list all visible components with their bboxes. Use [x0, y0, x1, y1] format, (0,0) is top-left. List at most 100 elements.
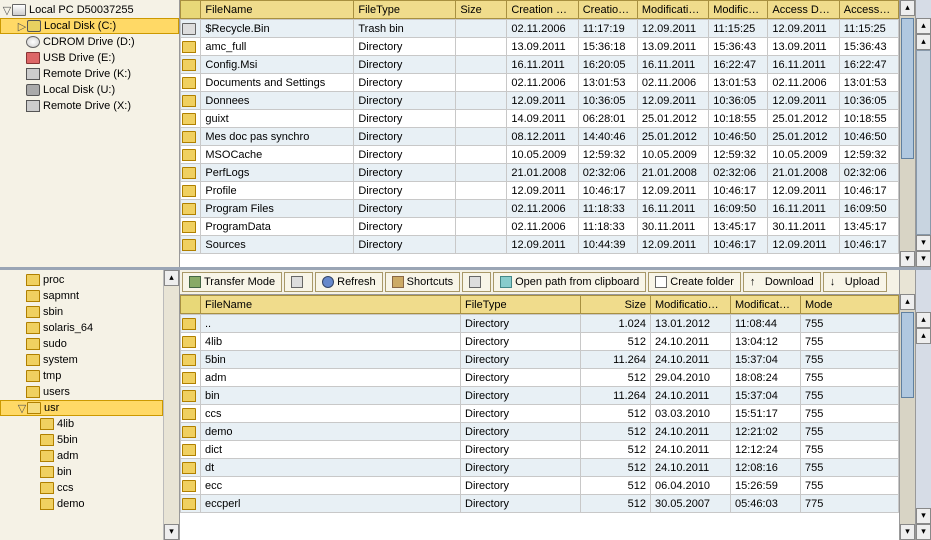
- upload-button[interactable]: Upload: [823, 272, 887, 292]
- tree-item[interactable]: system: [0, 352, 163, 368]
- table-row[interactable]: DonneesDirectory12.09.201110:36:0512.09.…: [181, 92, 899, 110]
- scroll-up2-icon[interactable]: ▴: [916, 328, 931, 344]
- tree-item[interactable]: users: [0, 384, 163, 400]
- col-header[interactable]: Modific…: [709, 1, 768, 19]
- col-header[interactable]: Modificati…: [637, 1, 708, 19]
- table-row[interactable]: eccDirectory51206.04.201015:26:59755: [181, 477, 899, 495]
- table-row[interactable]: demoDirectory51224.10.201112:21:02755: [181, 423, 899, 441]
- tree-item[interactable]: tmp: [0, 368, 163, 384]
- tree-item[interactable]: bin: [0, 464, 163, 480]
- tree-item[interactable]: CDROM Drive (D:): [0, 34, 179, 50]
- tree-item[interactable]: Local Disk (U:): [0, 82, 179, 98]
- table-row[interactable]: SourcesDirectory12.09.201110:44:3912.09.…: [181, 236, 899, 254]
- tree-item[interactable]: sbin: [0, 304, 163, 320]
- scroll-bottom-icon[interactable]: ▾: [916, 524, 931, 540]
- table-row[interactable]: amc_fullDirectory13.09.201115:36:1813.09…: [181, 38, 899, 56]
- cell-cdate: 10.05.2009: [507, 146, 578, 164]
- cell-size: [456, 146, 507, 164]
- tree-item[interactable]: adm: [0, 448, 163, 464]
- copy-button[interactable]: [284, 272, 313, 292]
- remote-tree-scroll[interactable]: ▴ ▾: [163, 270, 179, 540]
- table-row[interactable]: guixtDirectory14.09.201106:28:0125.01.20…: [181, 110, 899, 128]
- col-header[interactable]: Access D…: [768, 1, 839, 19]
- table-row[interactable]: ProgramDataDirectory02.11.200611:18:3330…: [181, 218, 899, 236]
- col-icon[interactable]: [181, 296, 201, 314]
- col-header[interactable]: Access…: [839, 1, 898, 19]
- table-row[interactable]: 4libDirectory51224.10.201113:04:12755: [181, 333, 899, 351]
- table-row[interactable]: ProfileDirectory12.09.201110:46:1712.09.…: [181, 182, 899, 200]
- folder-icon: [182, 239, 196, 251]
- table-row[interactable]: Documents and SettingsDirectory02.11.200…: [181, 74, 899, 92]
- tree-item[interactable]: 4lib: [0, 416, 163, 432]
- table-row[interactable]: Program FilesDirectory02.11.200611:18:33…: [181, 200, 899, 218]
- table-row[interactable]: Mes doc pas synchroDirectory08.12.201114…: [181, 128, 899, 146]
- remote-scrollbar[interactable]: ▴ ▾: [899, 270, 915, 540]
- scroll-down-icon[interactable]: ▾: [900, 524, 915, 540]
- scroll-top-icon[interactable]: ▴: [916, 312, 931, 328]
- table-row[interactable]: binDirectory11.26424.10.201115:37:04755: [181, 387, 899, 405]
- local-scrollbar[interactable]: ▴ ▾: [899, 0, 915, 267]
- table-row[interactable]: MSOCacheDirectory10.05.200912:59:3210.05…: [181, 146, 899, 164]
- cell-adate: 12.09.2011: [768, 236, 839, 254]
- col-icon[interactable]: [181, 1, 201, 19]
- shortcuts-button[interactable]: Shortcuts: [385, 272, 460, 292]
- table-row[interactable]: PerfLogsDirectory21.01.200802:32:0621.01…: [181, 164, 899, 182]
- cd-icon: [26, 36, 40, 48]
- tree-root[interactable]: ▽Local PC D50037255: [0, 2, 179, 18]
- cell-mtime: 15:36:43: [709, 38, 768, 56]
- table-row[interactable]: Config.MsiDirectory16.11.201116:20:0516.…: [181, 56, 899, 74]
- table-row[interactable]: dictDirectory51224.10.201112:12:24755: [181, 441, 899, 459]
- download-button[interactable]: Download: [743, 272, 821, 292]
- table-row[interactable]: 5binDirectory11.26424.10.201115:37:04755: [181, 351, 899, 369]
- col-header[interactable]: Modificat…: [731, 296, 801, 314]
- scroll-up2-icon[interactable]: ▴: [916, 34, 931, 50]
- cell-type: Directory: [354, 164, 456, 182]
- scroll-down2-icon[interactable]: ▾: [916, 235, 931, 251]
- tree-item[interactable]: solaris_64: [0, 320, 163, 336]
- scroll-bottom-icon[interactable]: ▾: [916, 251, 931, 267]
- tree-item[interactable]: ccs: [0, 480, 163, 496]
- tree-item[interactable]: demo: [0, 496, 163, 512]
- table-row[interactable]: $Recycle.BinTrash bin02.11.200611:17:191…: [181, 20, 899, 38]
- tree-item[interactable]: sudo: [0, 336, 163, 352]
- col-header[interactable]: FileName: [201, 1, 354, 19]
- col-header[interactable]: Creatio…: [578, 1, 637, 19]
- local-scrollbar-outer[interactable]: ▴ ▴ ▾ ▾: [915, 0, 931, 267]
- tree-item[interactable]: ▽usr: [0, 400, 163, 416]
- tree-item[interactable]: Remote Drive (X:): [0, 98, 179, 114]
- transfer-mode-button[interactable]: Transfer Mode: [182, 272, 282, 292]
- scroll-top-icon[interactable]: ▴: [916, 18, 931, 34]
- col-header[interactable]: Modificatio…: [651, 296, 731, 314]
- copy2-button[interactable]: [462, 272, 491, 292]
- col-header[interactable]: FileType: [354, 1, 456, 19]
- remote-scrollbar-outer[interactable]: ▴ ▴ ▾ ▾: [915, 270, 931, 540]
- col-header[interactable]: Mode: [801, 296, 899, 314]
- col-header[interactable]: FileType: [461, 296, 581, 314]
- tree-item[interactable]: sapmnt: [0, 288, 163, 304]
- tree-item[interactable]: Remote Drive (K:): [0, 66, 179, 82]
- col-header[interactable]: Size: [581, 296, 651, 314]
- tree-label: proc: [43, 274, 64, 286]
- scroll-down2-icon[interactable]: ▾: [916, 508, 931, 524]
- scroll-down-icon[interactable]: ▾: [900, 251, 915, 267]
- tree-scroll-up-icon[interactable]: ▴: [164, 270, 179, 286]
- table-row[interactable]: eccperlDirectory51230.05.200705:46:03775: [181, 495, 899, 513]
- col-header[interactable]: Size: [456, 1, 507, 19]
- tree-item[interactable]: 5bin: [0, 432, 163, 448]
- tree-scroll-down-icon[interactable]: ▾: [164, 524, 179, 540]
- table-row[interactable]: ..Directory1.02413.01.201211:08:44755: [181, 315, 899, 333]
- col-header[interactable]: Creation …: [507, 1, 578, 19]
- tree-item[interactable]: USB Drive (E:): [0, 50, 179, 66]
- col-header[interactable]: FileName: [201, 296, 461, 314]
- table-row[interactable]: dtDirectory51224.10.201112:08:16755: [181, 459, 899, 477]
- scroll-up-icon[interactable]: ▴: [900, 0, 915, 16]
- open-path-button[interactable]: Open path from clipboard: [493, 272, 646, 292]
- create-folder-button[interactable]: Create folder: [648, 272, 741, 292]
- scroll-up-icon[interactable]: ▴: [900, 294, 915, 310]
- copy-icon: [291, 276, 303, 288]
- tree-item[interactable]: ▷Local Disk (C:): [0, 18, 179, 34]
- tree-item[interactable]: proc: [0, 272, 163, 288]
- table-row[interactable]: ccsDirectory51203.03.201015:51:17755: [181, 405, 899, 423]
- table-row[interactable]: admDirectory51229.04.201018:08:24755: [181, 369, 899, 387]
- refresh-button[interactable]: Refresh: [315, 272, 383, 292]
